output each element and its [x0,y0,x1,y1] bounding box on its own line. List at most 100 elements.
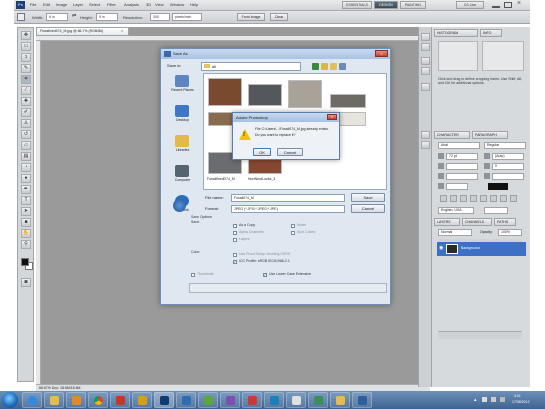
anti-alias-select[interactable] [484,207,508,214]
taskbar-app-icon[interactable] [198,392,218,408]
menu-file[interactable]: File [30,2,36,7]
small-caps-button[interactable] [470,195,477,202]
notes-checkbox[interactable] [291,224,295,228]
document-tab[interactable]: Flossfixed074_M.jpg @ 66.7% (RGB/8#) [36,27,129,36]
format-select[interactable]: JPEG (*.JPG;*.JPEG;*.JPE) [231,205,345,213]
icc-profile-checkbox[interactable] [233,259,237,264]
panel-icon[interactable] [421,67,430,75]
place-desktop[interactable]: Desktop [165,103,200,131]
menu-window[interactable]: Window [170,2,184,7]
resolution-field[interactable]: 300 [150,13,170,21]
language-select[interactable]: English: USA [438,207,474,214]
text-color-swatch[interactable] [488,183,508,190]
tab-paths[interactable]: PATHS [494,218,516,226]
taskbar-media-icon[interactable] [66,392,86,408]
menu-select[interactable]: Select [89,2,100,7]
lasso-tool-icon[interactable]: ↄ [21,53,31,62]
faux-bold-button[interactable] [440,195,447,202]
gradient-tool-icon[interactable]: ▤ [21,152,31,161]
panel-icon[interactable] [421,141,430,149]
document-tab-close-icon[interactable]: × [121,28,123,33]
taskbar-ie-icon[interactable] [22,392,42,408]
ok-button[interactable]: OK [253,148,271,156]
healing-tool-icon[interactable]: ✚ [21,97,31,106]
tab-character[interactable]: CHARACTER [434,131,470,139]
clock-date[interactable]: 17/08/2012 [512,400,530,404]
menu-view[interactable]: View [155,2,164,7]
pen-tool-icon[interactable]: ✒ [21,185,31,194]
as-copy-checkbox[interactable] [233,224,237,228]
panel-icon[interactable] [421,83,430,91]
superscript-button[interactable] [480,195,487,202]
height-field[interactable]: 9 in [96,13,118,21]
tab-channels[interactable]: CHANNELS [462,218,492,226]
swap-icon[interactable]: ⇄ [72,13,76,19]
menu-analysis[interactable]: Analysis [124,2,139,7]
font-family-select[interactable]: Arial [438,142,480,149]
marquee-tool-icon[interactable]: ▭ [21,42,31,51]
menu-image[interactable]: Image [56,2,67,7]
workspace-essentials[interactable]: ESSENTIALS [342,1,372,9]
menu-help[interactable]: Help [190,2,198,7]
all-caps-button[interactable] [460,195,467,202]
zoom-tool-icon[interactable]: ⚲ [21,240,31,249]
tray-flag-icon[interactable] [482,397,487,402]
minimize-icon[interactable] [492,2,500,8]
kerning-field[interactable] [446,163,478,170]
file-thumbnail[interactable] [208,78,242,106]
taskbar-app-icon[interactable] [352,392,372,408]
clone-stamp-tool-icon[interactable]: ♙ [21,119,31,128]
tray-network-icon[interactable] [491,397,496,402]
menu-layer[interactable]: Layer [73,2,83,7]
confirm-close-icon[interactable]: × [327,114,337,120]
visibility-eye-icon[interactable]: ◉ [439,245,443,251]
foreground-color-swatch[interactable] [21,258,29,266]
workspace-painting[interactable]: PAINTING [400,1,426,9]
resolution-unit-select[interactable]: pixels/inch [172,13,202,21]
file-thumbnail[interactable] [288,80,322,108]
clear-button[interactable]: Clear [270,13,288,21]
save-in-select[interactable]: all [201,62,301,71]
place-computer[interactable]: Computer [165,163,200,191]
menu-edit[interactable]: Edit [43,2,50,7]
close-icon[interactable]: × [517,0,521,7]
tray-arrow-icon[interactable]: ▴ [474,397,477,403]
cs-live-button[interactable]: CS Live [456,1,484,9]
vertical-scale-field[interactable] [446,173,478,180]
maximize-icon[interactable] [504,2,512,8]
brush-tool-icon[interactable]: ✐ [21,108,31,117]
workspace-design[interactable]: DESIGN [374,1,398,9]
lowercase-extension-checkbox[interactable] [263,272,267,277]
tab-histogram[interactable]: HISTOGRAM [434,29,478,37]
front-image-button[interactable]: Front Image [237,13,265,21]
file-name-input[interactable]: Fossil074_M [231,194,345,202]
view-menu-icon[interactable] [339,63,346,70]
menu-3d[interactable]: 3D [146,2,151,7]
taskbar-app-icon[interactable] [264,392,284,408]
panel-icon[interactable] [421,43,430,51]
panel-icon[interactable] [421,131,430,139]
clock-time[interactable]: 3:01 [514,394,521,398]
confirm-cancel-button[interactable]: Cancel [277,148,303,156]
save-as-close-icon[interactable]: × [375,50,388,57]
tab-info[interactable]: INFO [480,29,502,37]
quick-select-tool-icon[interactable]: ✎ [21,64,31,73]
file-thumbnail[interactable] [248,84,282,106]
start-button-icon[interactable] [2,392,18,408]
taskbar-app-icon[interactable] [176,392,196,408]
crop-tool-icon[interactable] [17,13,25,21]
history-brush-tool-icon[interactable]: ↺ [21,130,31,139]
quick-mask-icon[interactable]: ◙ [21,278,31,287]
strikethrough-button[interactable] [510,195,517,202]
taskbar-app-icon[interactable] [132,392,152,408]
place-recent[interactable]: Recent Places [165,73,200,101]
taskbar-chrome-icon[interactable] [88,392,108,408]
baseline-field[interactable] [446,183,468,190]
save-button[interactable]: Save [351,193,385,202]
place-libraries[interactable]: Libraries [165,133,200,161]
panel-icon[interactable] [421,33,430,41]
type-tool-icon[interactable]: T [21,196,31,205]
font-size-field[interactable]: 72 pt [446,153,478,160]
taskbar-photoshop-icon[interactable] [154,392,174,408]
tab-layers[interactable]: LAYERS [434,218,460,226]
